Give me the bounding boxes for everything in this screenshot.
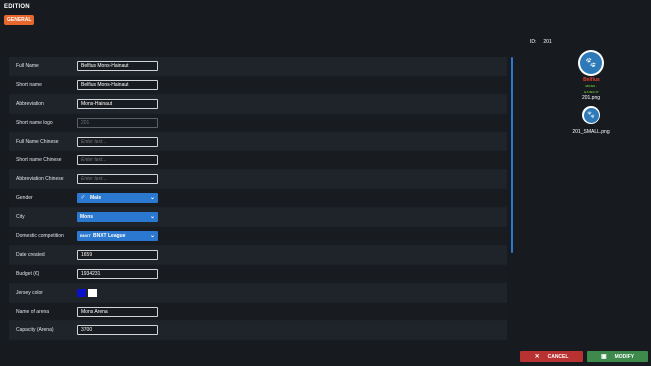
- abbreviation-input[interactable]: [77, 98, 158, 109]
- form-row-city: City Mons ⌄: [9, 208, 507, 228]
- team-id-value: 201: [543, 39, 552, 45]
- domestic-competition-select[interactable]: BNXT BNXT League ⌄: [77, 230, 158, 241]
- budget-input[interactable]: [77, 268, 158, 279]
- full-name-chinese-input[interactable]: [77, 136, 158, 147]
- sponsor-subtext: MONS · HAINAUT: [584, 84, 599, 94]
- form-row-arena-capacity: Capacity (Arena): [9, 321, 507, 341]
- full-name-label: Full Name: [16, 62, 39, 69]
- close-icon: ✕: [534, 354, 540, 360]
- arena-name-label: Name of arena: [16, 308, 50, 315]
- cancel-button[interactable]: ✕ CANCEL: [520, 351, 583, 362]
- form-row-full-name-chinese: Full Name Chinese: [9, 132, 507, 152]
- budget-label: Budget (€): [16, 270, 40, 277]
- full-name-input[interactable]: [77, 60, 158, 71]
- date-created-label: Date created: [16, 251, 45, 258]
- city-value: Mons: [80, 214, 94, 221]
- team-logo[interactable]: 🐾︎: [578, 50, 604, 76]
- edit-form: Full Name Short name Abbreviation Short …: [9, 57, 507, 341]
- form-scrollbar[interactable]: [511, 57, 513, 253]
- date-created-input[interactable]: [77, 249, 158, 260]
- short-name-label: Short name: [16, 81, 42, 88]
- team-logo-small-filename: 201_SMALL.png: [572, 129, 610, 135]
- league-logo-icon: BNXT: [80, 232, 91, 238]
- form-row-full-name: Full Name: [9, 57, 507, 76]
- chevron-down-icon: ⌄: [149, 195, 155, 202]
- page-title: EDITION: [4, 4, 30, 10]
- modify-button-label: MODIFY: [614, 353, 635, 360]
- abbreviation-label: Abbreviation: [16, 100, 44, 107]
- form-row-short-name-logo: Short name logo: [9, 113, 507, 133]
- form-row-gender: Gender ♂ Male ⌄: [9, 189, 507, 209]
- form-row-jersey-color: Jersey color: [9, 283, 507, 303]
- abbreviation-chinese-input[interactable]: [77, 174, 158, 185]
- tab-general[interactable]: GENERAL: [4, 15, 35, 25]
- team-id-label: ID:: [530, 39, 537, 45]
- gender-label: Gender: [16, 195, 33, 202]
- form-row-short-name: Short name: [9, 75, 507, 95]
- domestic-competition-value: BNXT League: [93, 232, 126, 239]
- save-icon: ▣: [600, 354, 607, 360]
- form-row-date-created: Date created: [9, 245, 507, 265]
- arena-capacity-label: Capacity (Arena): [16, 327, 54, 334]
- gender-select[interactable]: ♂ Male ⌄: [77, 193, 158, 204]
- form-row-abbreviation: Abbreviation: [9, 94, 507, 114]
- full-name-chinese-label: Full Name Chinese: [16, 138, 59, 145]
- short-name-chinese-input[interactable]: [77, 155, 158, 166]
- modify-button[interactable]: ▣ MODIFY: [587, 351, 648, 362]
- cancel-button-label: CANCEL: [547, 353, 569, 360]
- city-select[interactable]: Mons ⌄: [77, 212, 158, 223]
- form-row-abbreviation-chinese: Abbreviation Chinese: [9, 170, 507, 190]
- arena-name-input[interactable]: [77, 306, 158, 317]
- paw-icon: 🐾︎: [580, 52, 602, 74]
- male-symbol-icon: ♂: [80, 194, 86, 202]
- team-logo-filename: 201.png: [581, 95, 601, 101]
- jersey-color-secondary-swatch[interactable]: [88, 288, 97, 297]
- arena-capacity-input[interactable]: [77, 325, 158, 336]
- form-row-arena-name: Name of arena: [9, 302, 507, 322]
- form-row-budget: Budget (€): [9, 264, 507, 284]
- short-name-chinese-label: Short name Chinese: [16, 157, 62, 164]
- form-row-domestic-competition: Domestic competition BNXT BNXT League ⌄: [9, 227, 507, 246]
- short-name-input[interactable]: [77, 79, 158, 90]
- team-id: ID: 201: [530, 39, 552, 45]
- domestic-competition-label: Domestic competition: [16, 232, 64, 239]
- short-name-logo-input: [77, 117, 158, 128]
- abbreviation-chinese-label: Abbreviation Chinese: [16, 176, 64, 183]
- short-name-logo-label: Short name logo: [16, 119, 53, 126]
- form-row-short-name-chinese: Short name Chinese: [9, 151, 507, 171]
- chevron-down-icon: ⌄: [149, 214, 155, 221]
- chevron-down-icon: ⌄: [149, 232, 155, 239]
- team-logo-small[interactable]: 🐾︎: [582, 106, 600, 124]
- gender-value: Male: [90, 195, 102, 202]
- sponsor-logo: Belfius MONS · HAINAUT: [578, 77, 605, 95]
- jersey-color-primary-swatch[interactable]: [77, 288, 86, 297]
- city-label: City: [16, 214, 25, 221]
- jersey-color-label: Jersey color: [16, 289, 43, 296]
- paw-icon: 🐾︎: [583, 107, 599, 123]
